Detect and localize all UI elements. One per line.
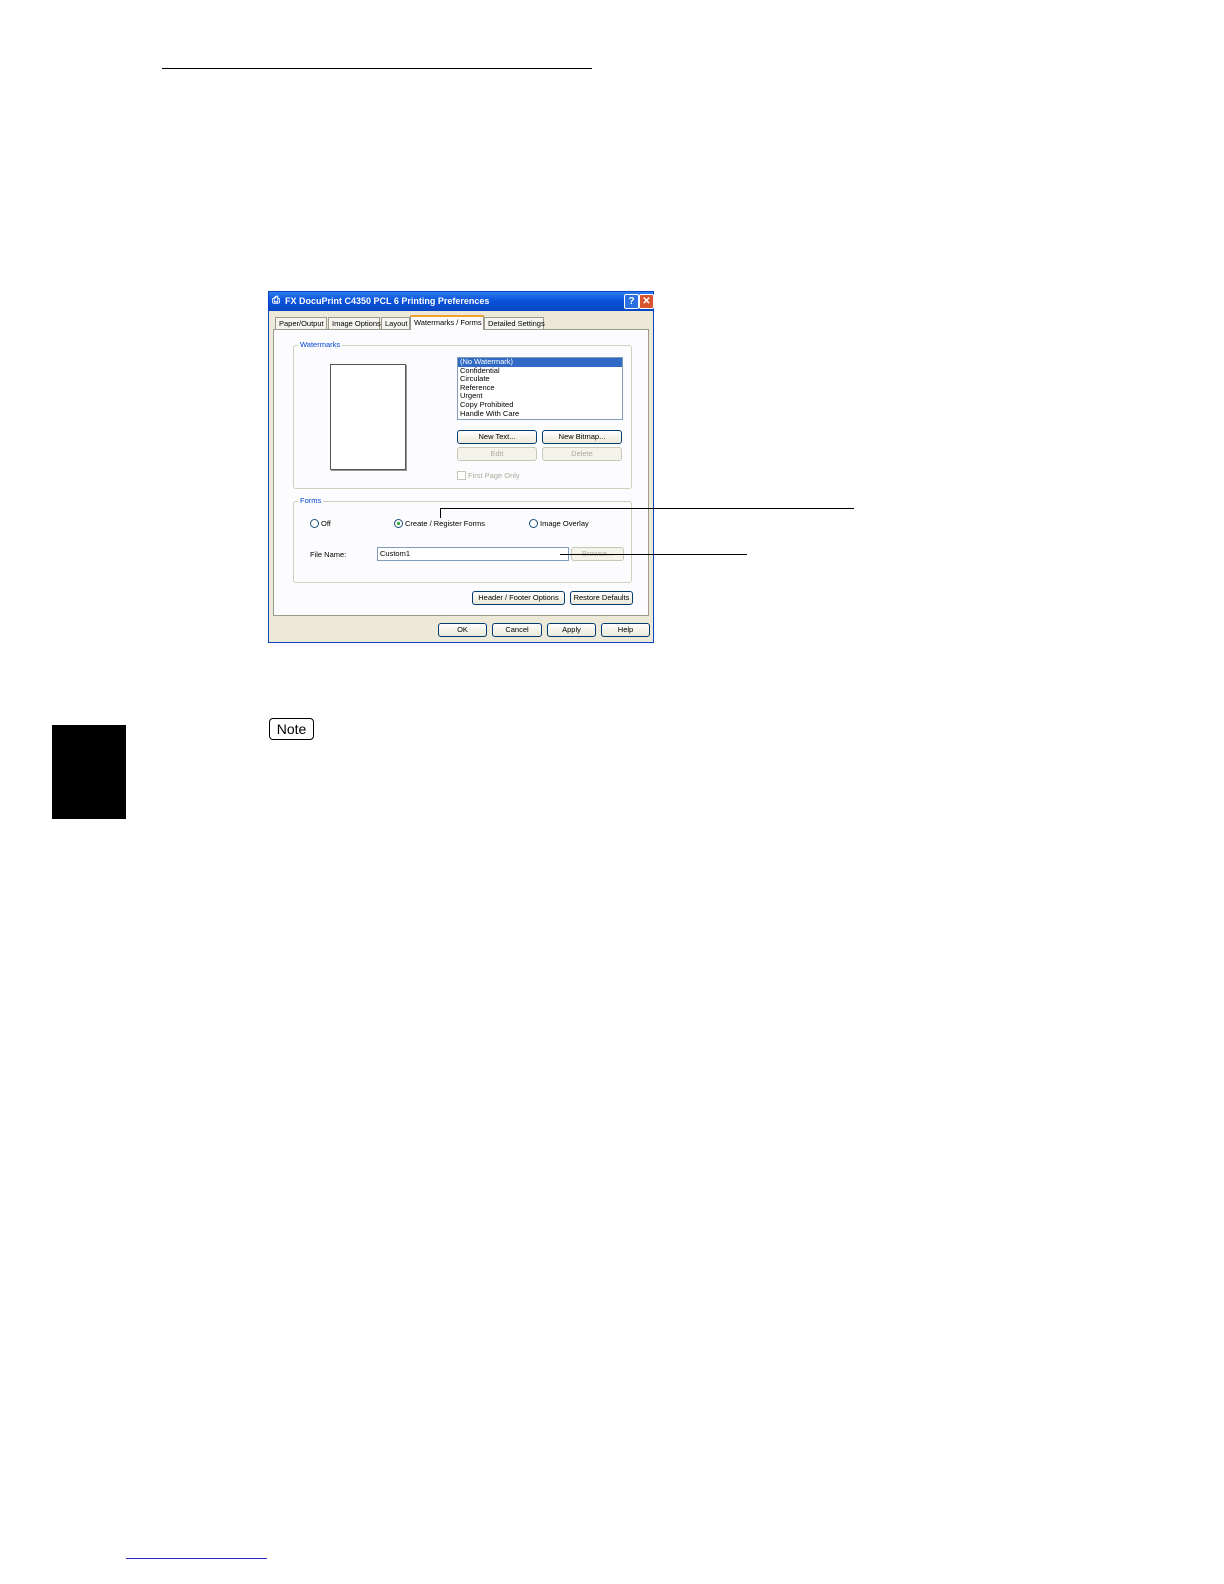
help-title-button[interactable]: ? xyxy=(624,294,639,309)
title-bar[interactable]: ⎙ FX DocuPrint C4350 PCL 6 Printing Pref… xyxy=(269,292,654,311)
watermark-preview-page xyxy=(330,364,406,470)
tab-watermarks-forms[interactable]: Watermarks / Forms xyxy=(410,315,484,330)
new-bitmap-button[interactable]: New Bitmap... xyxy=(542,430,622,444)
radio-selected-dot xyxy=(397,522,400,525)
image-overlay-label: Image Overlay xyxy=(540,519,589,528)
list-item[interactable]: Handle With Care xyxy=(458,409,622,419)
chapter-side-tab xyxy=(52,725,126,819)
create-register-forms-radio[interactable] xyxy=(394,519,403,528)
forms-off-label: Off xyxy=(321,519,331,528)
restore-defaults-button[interactable]: Restore Defaults xyxy=(570,591,633,605)
file-name-field[interactable]: Custom1 xyxy=(377,547,569,561)
footer-link-rule xyxy=(126,1558,267,1559)
close-icon[interactable]: ✕ xyxy=(639,294,654,309)
forms-off-radio[interactable] xyxy=(310,519,319,528)
tab-layout[interactable]: Layout xyxy=(381,317,410,329)
new-text-button[interactable]: New Text... xyxy=(457,430,537,444)
note-badge: Note xyxy=(269,718,314,740)
tab-panel: Watermarks (No Watermark) Confidential C… xyxy=(273,329,649,616)
dialog-title: FX DocuPrint C4350 PCL 6 Printing Prefer… xyxy=(285,296,490,306)
callout-line-radio-tick xyxy=(440,508,441,518)
first-page-only-label: First Page Only xyxy=(468,471,520,480)
edit-button[interactable]: Edit xyxy=(457,447,537,461)
file-name-label: File Name: xyxy=(310,550,347,559)
printer-icon: ⎙ xyxy=(272,295,280,306)
apply-button[interactable]: Apply xyxy=(547,623,596,637)
delete-button[interactable]: Delete xyxy=(542,447,622,461)
ok-button[interactable]: OK xyxy=(438,623,487,637)
first-page-only-checkbox[interactable] xyxy=(457,471,466,480)
watermarks-group-label: Watermarks xyxy=(298,340,343,349)
image-overlay-radio[interactable] xyxy=(529,519,538,528)
callout-line-radio xyxy=(440,508,854,509)
watermark-list[interactable]: (No Watermark) Confidential Circulate Re… xyxy=(457,357,623,420)
callout-line-filename xyxy=(560,554,747,555)
tab-detailed-settings[interactable]: Detailed Settings xyxy=(484,317,545,329)
create-register-forms-label: Create / Register Forms xyxy=(405,519,486,528)
cancel-button[interactable]: Cancel xyxy=(492,623,542,637)
printing-preferences-dialog: ⎙ FX DocuPrint C4350 PCL 6 Printing Pref… xyxy=(268,291,654,643)
help-button[interactable]: Help xyxy=(601,623,650,637)
header-footer-options-button[interactable]: Header / Footer Options xyxy=(472,591,565,605)
forms-group-label: Forms xyxy=(298,496,324,505)
tab-image-options[interactable]: Image Options xyxy=(328,317,381,329)
tab-paper-output[interactable]: Paper/Output xyxy=(275,317,327,329)
forms-group xyxy=(293,501,632,583)
header-rule xyxy=(162,68,592,69)
